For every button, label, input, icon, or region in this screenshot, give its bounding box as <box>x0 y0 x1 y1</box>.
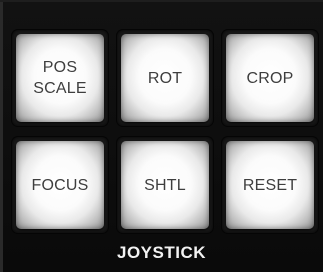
panel-edge <box>0 0 3 272</box>
crop-key-well: CROP <box>222 30 318 126</box>
focus-button[interactable]: FOCUS <box>16 141 104 229</box>
reset-label: RESET <box>242 176 298 194</box>
pos-scale-label: POS SCALE <box>33 59 87 97</box>
shtl-button[interactable]: SHTL <box>121 141 209 229</box>
crop-label: CROP <box>246 69 294 87</box>
panel-edge-top <box>0 0 323 2</box>
reset-button[interactable]: RESET <box>226 141 314 229</box>
rot-button[interactable]: ROT <box>121 34 209 122</box>
joystick-section-label: JOYSTICK <box>116 243 207 262</box>
focus-key-well: FOCUS <box>12 137 108 233</box>
pos-scale-key-well: POS SCALE <box>12 30 108 126</box>
rot-key-well: ROT <box>117 30 213 126</box>
joystick-control-panel: POS SCALE ROT CROP FOCUS SHTL RESET JOYS… <box>0 0 323 272</box>
crop-button[interactable]: CROP <box>226 34 314 122</box>
focus-label: FOCUS <box>31 176 89 194</box>
shtl-key-well: SHTL <box>117 137 213 233</box>
shtl-label: SHTL <box>144 176 186 194</box>
rot-label: ROT <box>147 69 183 87</box>
pos-scale-button[interactable]: POS SCALE <box>16 34 104 122</box>
reset-key-well: RESET <box>222 137 318 233</box>
